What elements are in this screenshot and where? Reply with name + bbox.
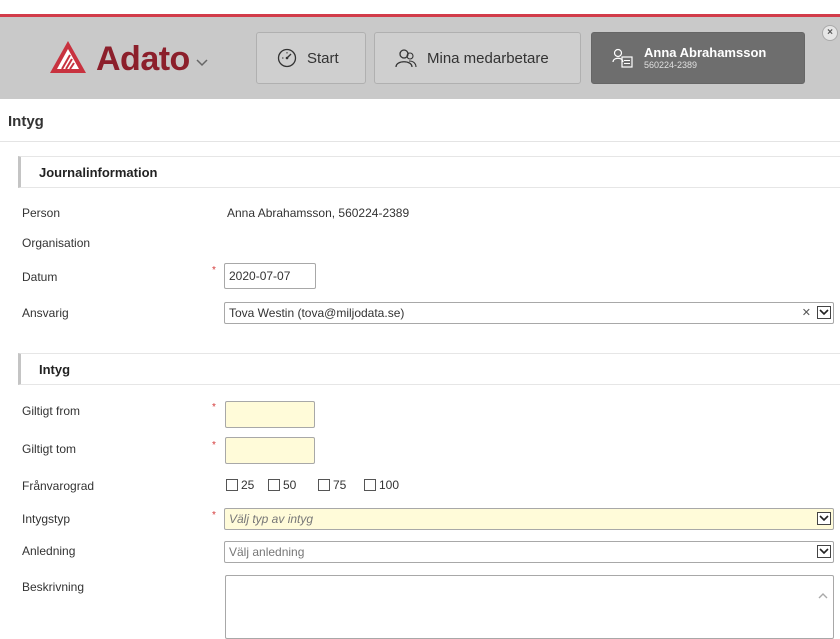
clear-icon[interactable]: ✕ <box>802 306 811 319</box>
required-marker: * <box>212 510 216 521</box>
chevron-down-icon[interactable] <box>817 545 831 558</box>
anledning-select[interactable]: Välj anledning <box>224 541 834 563</box>
ansvarig-label: Ansvarig <box>22 306 69 320</box>
logo-text: Adato <box>96 40 190 78</box>
person-id: 560224-2389 <box>644 60 698 70</box>
scroll-up-icon[interactable] <box>818 588 828 602</box>
section-heading: Intyg <box>39 362 71 377</box>
datum-label: Datum <box>22 270 58 284</box>
required-marker: * <box>212 265 216 276</box>
dashboard-icon <box>277 48 297 68</box>
anledning-placeholder: Välj anledning <box>229 545 305 559</box>
anledning-label: Anledning <box>22 544 76 558</box>
logo-mark-icon <box>48 39 88 80</box>
chevron-down-icon[interactable] <box>817 512 831 525</box>
chevron-down-icon[interactable] <box>817 306 831 319</box>
person-name: Anna Abrahamsson <box>644 45 767 60</box>
organisation-label: Organisation <box>22 236 91 250</box>
chevron-down-icon[interactable] <box>196 54 208 72</box>
checkbox[interactable] <box>226 479 238 491</box>
ansvarig-select[interactable]: Tova Westin (tova@miljodata.se) ✕ <box>224 302 834 324</box>
person-card-icon <box>612 48 634 68</box>
close-icon[interactable]: × <box>822 25 838 41</box>
franvaro-option-25[interactable]: 25 <box>226 478 254 492</box>
intygstyp-placeholder: Välj typ av intyg <box>229 512 314 526</box>
franvarograd-label: Frånvarograd <box>22 479 95 493</box>
ansvarig-value: Tova Westin (tova@miljodata.se) <box>229 306 405 320</box>
franvaro-option-50[interactable]: 50 <box>268 478 296 492</box>
section-journalinformation: Journalinformation <box>18 156 840 188</box>
section-heading: Journalinformation <box>39 165 158 180</box>
giltigt-from-label: Giltigt from <box>22 404 81 418</box>
start-label: Start <box>307 49 339 67</box>
required-marker: * <box>212 440 216 451</box>
giltigt-tom-label: Giltigt tom <box>22 442 77 456</box>
divider <box>0 141 840 142</box>
giltigt-tom-field[interactable] <box>225 437 315 464</box>
app-header: Adato Start Mina medarbetare Anna Abraha… <box>0 17 840 99</box>
person-value: Anna Abrahamsson, 560224-2389 <box>227 206 410 220</box>
checkbox[interactable] <box>268 479 280 491</box>
top-accent-bar <box>0 0 840 17</box>
active-person-tab[interactable]: Anna Abrahamsson 560224-2389 <box>591 32 805 84</box>
franvaro-option-100[interactable]: 100 <box>364 478 399 492</box>
logo[interactable]: Adato <box>48 39 208 80</box>
franvaro-option-75[interactable]: 75 <box>318 478 346 492</box>
page-title: Intyg <box>8 113 44 130</box>
datum-value: 2020-07-07 <box>229 269 291 283</box>
start-button[interactable]: Start <box>256 32 366 84</box>
person-label: Person <box>22 206 61 220</box>
datum-field[interactable]: 2020-07-07 <box>224 263 316 289</box>
intygstyp-label: Intygstyp <box>22 512 71 526</box>
checkbox[interactable] <box>364 479 376 491</box>
section-intyg: Intyg <box>18 353 840 385</box>
users-icon <box>395 48 417 68</box>
checkbox[interactable] <box>318 479 330 491</box>
mina-medarbetare-button[interactable]: Mina medarbetare <box>374 32 581 84</box>
mina-medarbetare-label: Mina medarbetare <box>427 49 549 67</box>
required-marker: * <box>212 402 216 413</box>
giltigt-from-field[interactable] <box>225 401 315 428</box>
beskrivning-label: Beskrivning <box>22 580 85 594</box>
beskrivning-textarea[interactable] <box>225 575 834 639</box>
intygstyp-select[interactable]: Välj typ av intyg <box>224 508 834 530</box>
